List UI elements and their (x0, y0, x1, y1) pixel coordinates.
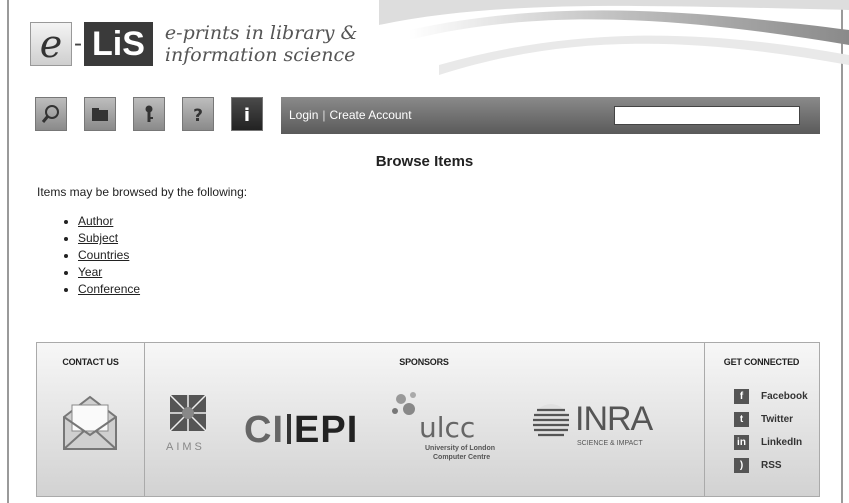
browse-intro-text: Items may be browsed by the following: (37, 185, 248, 199)
list-item: Countries (78, 247, 140, 264)
inra-globe-icon (533, 404, 569, 440)
help-icon: ? (193, 106, 203, 125)
logo-e-mark: e (30, 22, 72, 66)
ulcc-sponsor-logo[interactable]: ulcc University of London Computer Centr… (389, 391, 509, 461)
header-swoosh-decoration (379, 0, 849, 75)
browse-list: Author Subject Countries Year Conference (64, 213, 140, 298)
aims-sponsor-logo[interactable]: AIMS (162, 393, 222, 463)
linkedin-label: LinkedIn (761, 437, 803, 448)
ulcc-line-2: Computer Centre (433, 454, 491, 461)
ciepi-divider (287, 414, 291, 444)
search-input[interactable] (614, 106, 800, 125)
social-section: GET CONNECTED f Facebook t Twitter in Li… (704, 343, 819, 496)
rss-label: RSS (761, 460, 782, 471)
login-link[interactable]: Login (289, 108, 318, 122)
facebook-icon: f (734, 389, 749, 404)
browse-by-author-link[interactable]: Author (78, 214, 113, 228)
browse-by-conference-link[interactable]: Conference (78, 282, 140, 296)
aims-label: AIMS (166, 441, 205, 453)
page-title: Browse Items (375, 153, 474, 170)
list-item: Conference (78, 281, 140, 298)
logo-lis-mark: LiS (84, 22, 153, 66)
facebook-link[interactable]: f Facebook (734, 385, 808, 408)
ciepi-label-b: EPI (294, 409, 359, 451)
ulcc-line-1: University of London (425, 445, 495, 452)
sponsors-section: SPONSORS AIMS CI EPI ulcc University of L… (144, 343, 705, 496)
site-tagline: e-prints in library & information scienc… (165, 22, 358, 66)
deposit-button[interactable] (133, 97, 165, 131)
browse-by-subject-link[interactable]: Subject (78, 231, 118, 245)
contact-heading: CONTACT US (62, 357, 119, 367)
key-icon (145, 105, 153, 122)
search-icon (41, 105, 59, 123)
rss-link[interactable]: ) RSS (734, 454, 808, 477)
inra-label: INRA (575, 400, 653, 438)
help-button[interactable]: ? (182, 97, 214, 131)
browse-button[interactable] (84, 97, 116, 131)
inra-sponsor-logo[interactable]: INRA SCIENCE & IMPACT (529, 398, 659, 468)
site-logo[interactable]: e - LiS e-prints in library & informatio… (30, 20, 357, 68)
facebook-label: Facebook (761, 391, 808, 402)
top-nav-bar: Login | Create Account (281, 97, 820, 134)
nav-separator: | (322, 108, 326, 122)
social-heading: GET CONNECTED (723, 357, 800, 367)
toolbar: ? i (35, 97, 280, 131)
logo-dash: - (74, 30, 82, 57)
contact-section: CONTACT US (37, 343, 145, 496)
aims-emblem-icon (169, 394, 207, 432)
create-account-link[interactable]: Create Account (330, 108, 412, 122)
ciepi-label-a: CI (244, 409, 284, 451)
account-links: Login | Create Account (289, 108, 412, 122)
list-item: Subject (78, 230, 140, 247)
sponsors-heading: SPONSORS (399, 357, 449, 367)
folder-icon (92, 108, 108, 121)
linkedin-link[interactable]: in LinkedIn (734, 431, 808, 454)
search-button[interactable] (35, 97, 67, 131)
info-icon: i (244, 105, 250, 125)
footer: CONTACT US SPONSORS AIMS CI EPI ulcc Uni… (36, 342, 820, 497)
about-button[interactable]: i (231, 97, 263, 131)
browse-by-year-link[interactable]: Year (78, 265, 102, 279)
envelope-icon[interactable] (58, 391, 122, 455)
tagline-line-2: information science (164, 44, 356, 66)
inra-tagline: SCIENCE & IMPACT (577, 440, 643, 447)
ciepi-sponsor-logo[interactable]: CI EPI (244, 409, 358, 452)
twitter-link[interactable]: t Twitter (734, 408, 808, 431)
ulcc-label: ulcc (419, 411, 476, 444)
twitter-icon: t (734, 412, 749, 427)
svg-text:i: i (244, 105, 250, 125)
social-links: f Facebook t Twitter in LinkedIn ) RSS (734, 385, 808, 477)
svg-text:?: ? (193, 106, 203, 125)
list-item: Year (78, 264, 140, 281)
list-item: Author (78, 213, 140, 230)
browse-by-countries-link[interactable]: Countries (78, 248, 129, 262)
tagline-line-1: e-prints in library & (164, 22, 358, 44)
rss-icon: ) (734, 458, 749, 473)
twitter-label: Twitter (761, 414, 794, 425)
linkedin-icon: in (734, 435, 749, 450)
